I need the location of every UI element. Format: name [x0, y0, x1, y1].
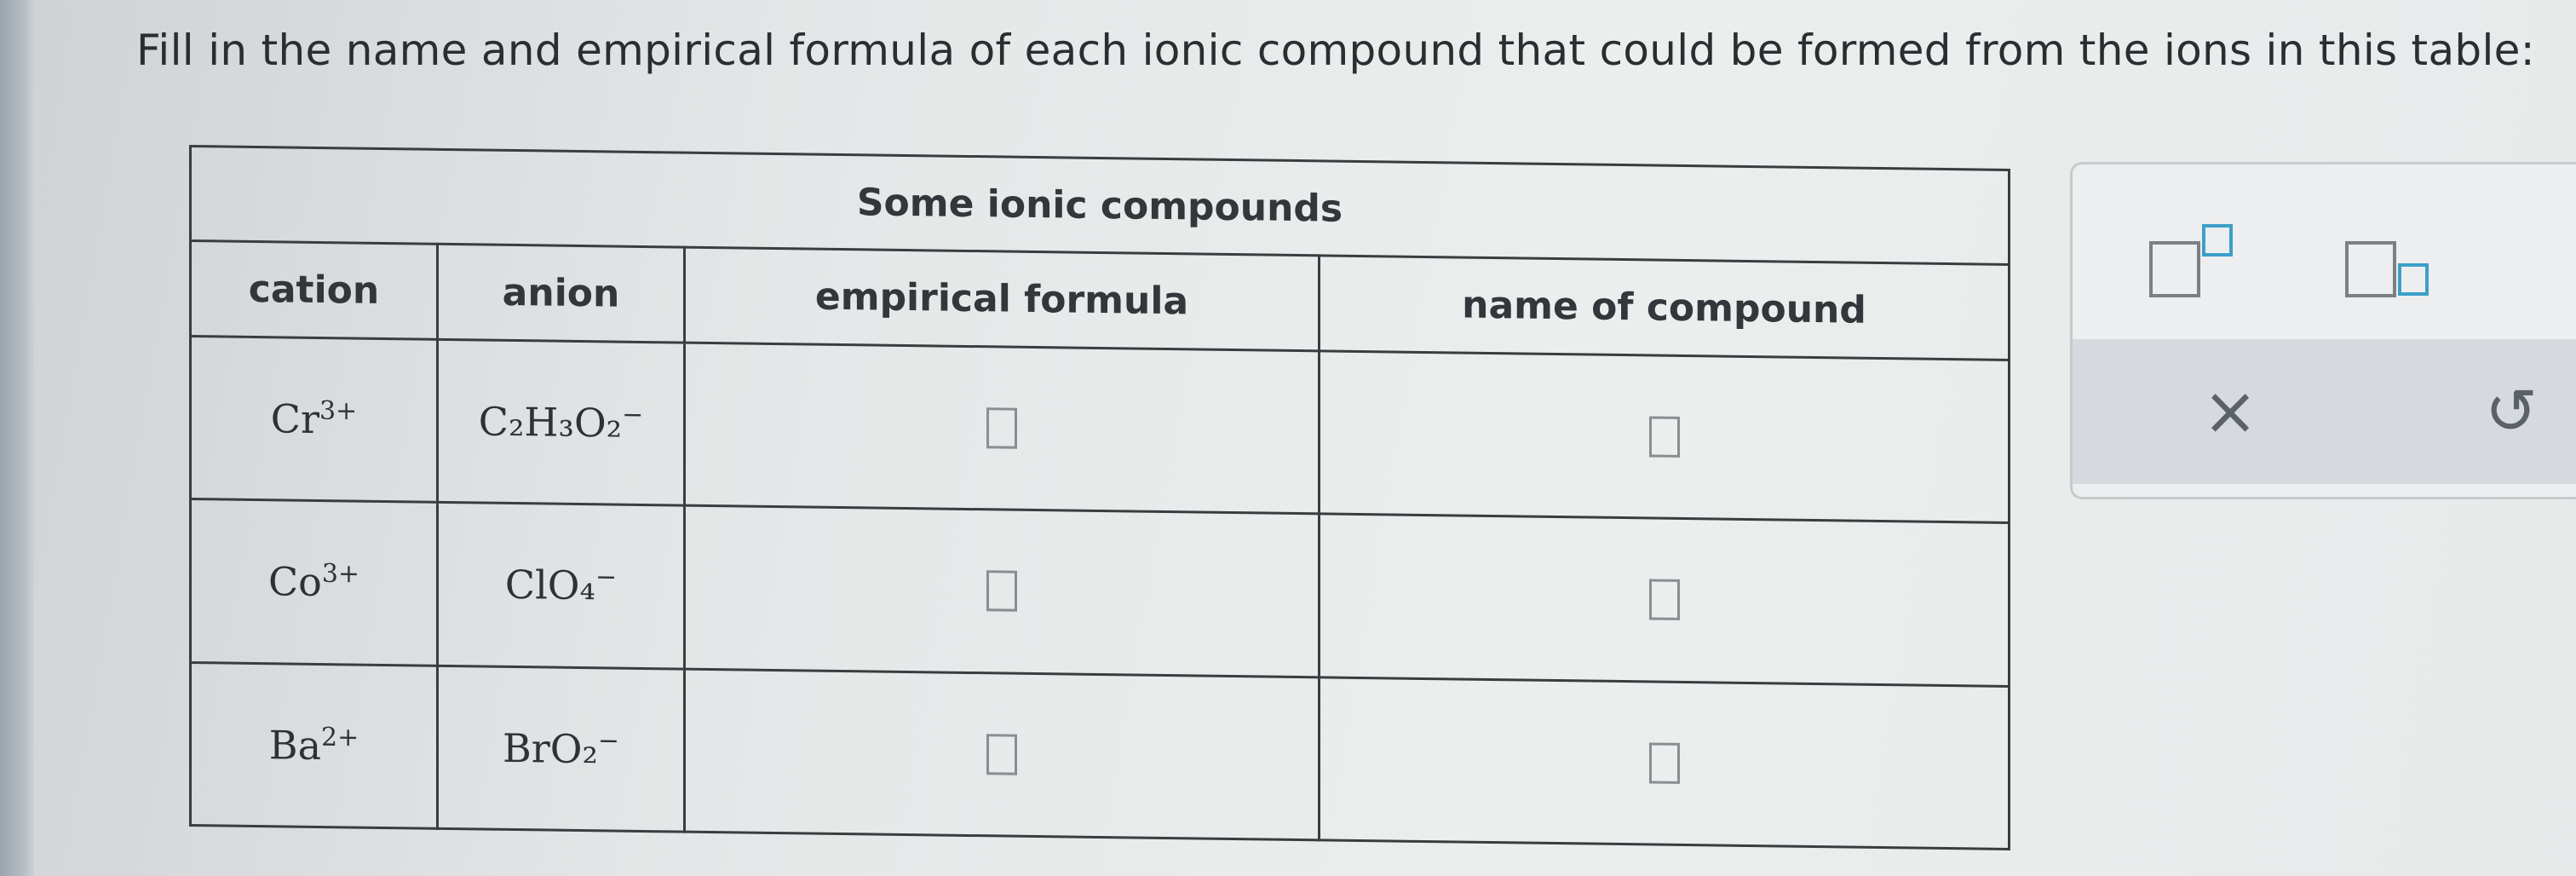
table-row: Ba2+ BrO₂− [190, 662, 2010, 850]
template-buttons-row [2073, 164, 2576, 339]
empirical-formula-input[interactable] [986, 570, 1017, 613]
left-panel-edge [0, 0, 34, 876]
empirical-formula-input[interactable] [986, 407, 1017, 449]
empirical-formula-input[interactable] [986, 734, 1017, 775]
anion-cell: BrO₂− [437, 665, 685, 833]
cation-formula: Co3+ [267, 558, 360, 606]
clear-button[interactable]: × [2192, 373, 2268, 450]
anion-formula: BrO₂− [502, 724, 620, 773]
header-name-of-compound: name of compound [1319, 256, 2010, 360]
table-row: Cr3+ C₂H₃O₂− [190, 336, 2010, 523]
cation-cell: Cr3+ [190, 336, 438, 503]
subscript-template-icon[interactable] [2345, 224, 2456, 301]
compound-name-cell [1319, 350, 2010, 523]
header-empirical-formula: empirical formula [684, 247, 1320, 351]
compound-name-input[interactable] [1648, 579, 1680, 621]
empirical-formula-cell [684, 505, 1320, 677]
anion-cell: C₂H₃O₂− [437, 338, 685, 506]
cation-formula: Cr3+ [270, 395, 358, 443]
empirical-formula-cell [684, 668, 1320, 840]
instruction-text: Fill in the name and empirical formula o… [136, 26, 2535, 75]
math-toolbar: × ↺ [2070, 162, 2576, 499]
cation-cell: Co3+ [190, 499, 438, 666]
compound-name-input[interactable] [1648, 742, 1680, 784]
cation-cell: Ba2+ [190, 662, 438, 829]
action-buttons-row: × ↺ [2073, 339, 2576, 484]
compound-name-input[interactable] [1648, 416, 1680, 458]
compound-name-cell [1319, 677, 2010, 850]
anion-cell: ClO₄− [437, 502, 685, 669]
anion-formula: ClO₄− [504, 562, 618, 609]
table-row: Co3+ ClO₄− [190, 499, 2010, 686]
header-anion: anion [437, 244, 685, 343]
cation-formula: Ba2+ [268, 722, 359, 769]
undo-button[interactable]: ↺ [2473, 373, 2550, 450]
header-cation: cation [190, 240, 438, 339]
empirical-formula-cell [684, 342, 1320, 514]
compound-name-cell [1319, 513, 2010, 686]
ionic-compounds-table: Some ionic compounds cation anion empiri… [189, 145, 2010, 850]
anion-formula: C₂H₃O₂− [478, 398, 644, 447]
superscript-template-icon[interactable] [2149, 224, 2260, 301]
